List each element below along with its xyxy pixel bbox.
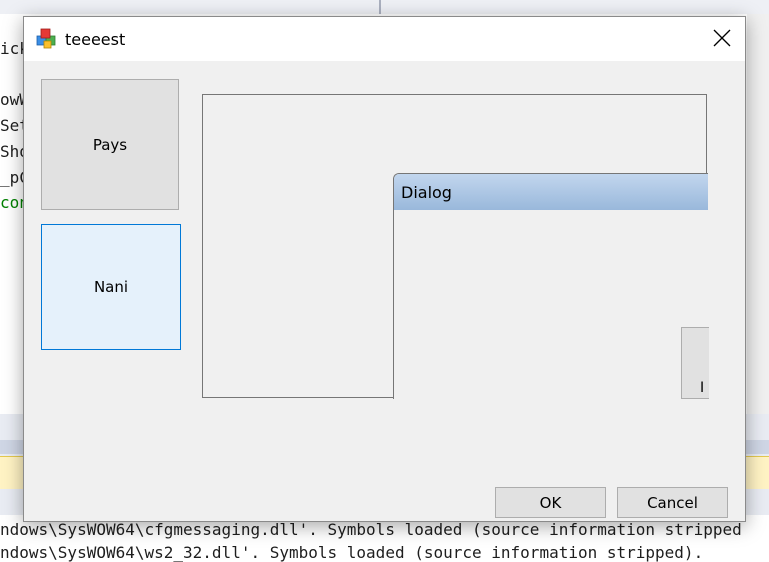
pays-button[interactable]: Pays [41, 79, 179, 210]
editor-scrollbar[interactable] [747, 14, 769, 414]
cancel-label: Cancel [647, 493, 698, 512]
embedded-dialog: Dialog I [393, 173, 709, 399]
title-bar[interactable]: teeeest [24, 17, 745, 61]
ok-button[interactable]: OK [495, 487, 606, 518]
embedded-dialog-title: Dialog [401, 183, 452, 202]
embedded-dialog-button[interactable]: I [681, 327, 709, 399]
window-title: teeeest [65, 30, 126, 49]
content-panel: Dialog I [202, 94, 709, 399]
ok-label: OK [539, 493, 562, 512]
toolbar-separator [379, 0, 381, 14]
output-line: ndows\SysWOW64\cfgmessaging.dll'. Symbol… [0, 520, 742, 539]
dialog-window: teeeest Pays Nani Dialog I OK Cancel [23, 16, 746, 522]
background-toolbar [0, 0, 769, 15]
embedded-button-label: I [700, 380, 705, 396]
app-icon [35, 27, 59, 51]
cancel-button[interactable]: Cancel [617, 487, 728, 518]
close-button[interactable] [699, 17, 745, 61]
pays-label: Pays [92, 135, 128, 154]
nani-label: Nani [93, 278, 129, 296]
close-icon [713, 29, 731, 47]
embedded-dialog-titlebar[interactable]: Dialog [394, 174, 708, 210]
nani-button[interactable]: Nani [41, 224, 181, 350]
output-line: ndows\SysWOW64\ws2_32.dll'. Symbols load… [0, 543, 704, 562]
